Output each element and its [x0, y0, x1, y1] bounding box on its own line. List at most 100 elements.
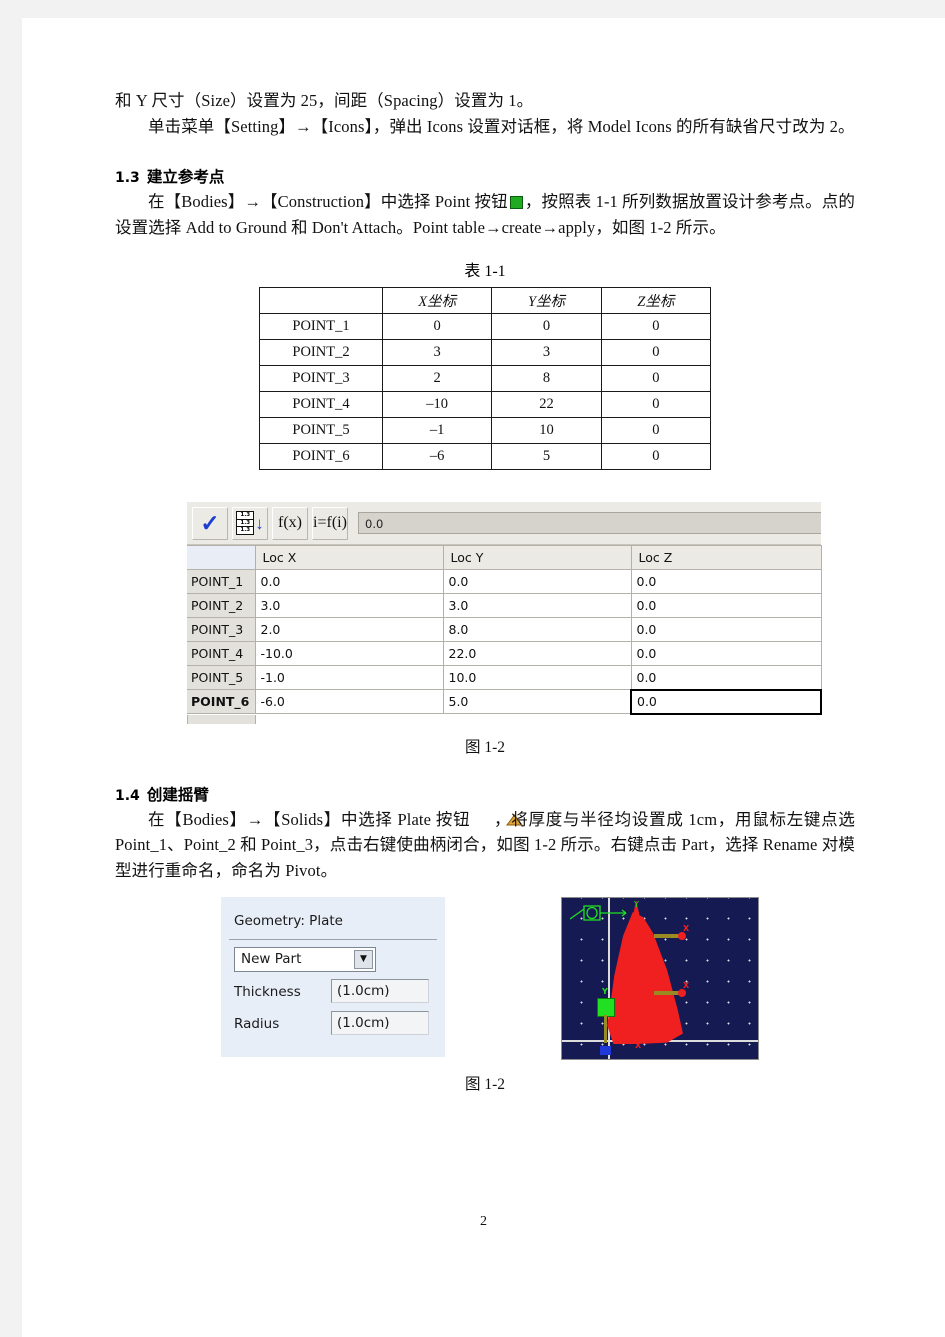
marker-label-y: Y — [602, 987, 608, 996]
function-label: f(x) — [278, 514, 302, 531]
grid-row-header[interactable]: POINT_4 — [187, 641, 256, 666]
function-builder-button[interactable]: f(x) — [272, 506, 308, 540]
grid-cell-locy[interactable]: 3.0 — [442, 593, 632, 618]
axis-label-x-upper: X — [683, 924, 690, 933]
radius-label: Radius — [234, 1016, 280, 1032]
thickness-label: Thickness — [234, 984, 301, 1000]
table-cell-y: 5 — [491, 443, 602, 470]
grid-row: POINT_5 -1.0 10.0 0.0 — [187, 665, 822, 690]
section-title-1-3: 建立参考点 — [146, 168, 225, 186]
iterative-function-button[interactable]: i=f(i) — [312, 506, 348, 540]
grid-cell-locz[interactable]: 0.0 — [630, 617, 822, 642]
radius-field[interactable]: (1.0cm) — [331, 1011, 429, 1035]
page-content: 和 Y 尺寸（Size）设置为 25，间距（Spacing）设置为 1。 单击菜… — [115, 88, 855, 1094]
table-cell-x: –10 — [381, 391, 493, 418]
grid-cell-locz[interactable]: 0.0 — [630, 641, 822, 666]
grid-cell-locz-active[interactable]: 0.0 — [630, 688, 822, 715]
paragraph-icons-setting: 单击菜单【Setting】→【Icons】，弹出 Icons 设置对话框，将 M… — [148, 116, 855, 136]
grid-cell-locx[interactable]: 2.0 — [254, 617, 444, 642]
axis-label-x-lower: X — [683, 981, 690, 990]
grid-cell-locx[interactable]: -1.0 — [254, 665, 444, 690]
table-row: POINT_4 –10 22 0 — [259, 391, 712, 418]
dialog-divider — [229, 939, 437, 940]
grid-cell-locx[interactable]: -10.0 — [254, 641, 444, 666]
geometry-plate-dialog: Geometry: Plate New Part ▼ Thickness (1.… — [221, 897, 445, 1057]
thickness-field[interactable]: (1.0cm) — [331, 979, 429, 1003]
table-cell-x: 0 — [381, 313, 493, 340]
table-cell-x: 3 — [381, 339, 493, 366]
grid-corner-cell — [187, 545, 256, 570]
checkmark-icon: ✓ — [200, 510, 220, 536]
paragraph-section-1-3: 在【Bodies】→【Construction】中选择 Point 按钮 ，按照表… — [115, 189, 855, 240]
grid-cell-locy[interactable]: 0.0 — [442, 569, 632, 594]
apply-checkmark-button[interactable]: ✓ — [192, 506, 228, 540]
grid-row-header[interactable]: POINT_5 — [187, 665, 256, 690]
table-header-y: Y坐标 — [491, 287, 602, 314]
grid-row: POINT_1 0.0 0.0 0.0 — [187, 569, 822, 594]
fill-down-stack: 1.3 1.3 1.3 — [236, 511, 255, 535]
geometry-dialog-title: Geometry: Plate — [234, 913, 343, 929]
grid-header-locy[interactable]: Loc Y — [442, 545, 632, 570]
grid-row-header[interactable]: POINT_1 — [187, 569, 256, 594]
grid-cell-locx[interactable]: 0.0 — [254, 569, 444, 594]
grid-cell-locx[interactable]: 3.0 — [254, 593, 444, 618]
grid-cell-locy[interactable]: 22.0 — [442, 641, 632, 666]
grid-row-selected: POINT_6 -6.0 5.0 0.0 — [187, 688, 822, 715]
table-1-1-caption: 表 1-1 — [464, 263, 506, 280]
table-cell-z: 0 — [600, 365, 712, 392]
fill-down-line: 1.3 — [240, 527, 251, 534]
fill-down-icon: 1.3 1.3 1.3 ↓ — [236, 511, 264, 535]
grid-cell-locy[interactable]: 8.0 — [442, 617, 632, 642]
marker-stem — [604, 1015, 607, 1043]
table-cell-name: POINT_3 — [259, 365, 383, 392]
cell-value-input[interactable]: 0.0 — [358, 512, 821, 534]
figure-caption-1: 图 1-2 — [464, 738, 506, 756]
grid-cell-locz[interactable]: 0.0 — [630, 569, 822, 594]
table-header-x: X坐标 — [381, 287, 493, 314]
origin-marker — [600, 1046, 611, 1055]
paragraph-1-4-part1: 在【Bodies】→【Solids】中选择 Plate 按钮 — [148, 809, 471, 829]
table-cell-y: 0 — [491, 313, 602, 340]
table-cell-z: 0 — [600, 417, 712, 444]
axis-label-y-top: Y — [634, 900, 639, 909]
table-cell-z: 0 — [600, 391, 712, 418]
down-arrow-icon: ↓ — [255, 513, 264, 533]
grid-header-row: Loc X Loc Y Loc Z — [187, 545, 822, 570]
fill-down-button[interactable]: 1.3 1.3 1.3 ↓ — [232, 506, 268, 540]
grid-header-locx[interactable]: Loc X — [254, 545, 444, 570]
table-cell-z: 0 — [600, 443, 712, 470]
fill-down-line: 1.3 — [237, 512, 254, 520]
grid-cell-locy[interactable]: 5.0 — [442, 689, 632, 714]
table-cell-name: POINT_2 — [259, 339, 383, 366]
grid-cell-locy[interactable]: 10.0 — [442, 665, 632, 690]
iterative-function-label: i=f(i) — [313, 514, 347, 531]
adams-table-editor: ✓ 1.3 1.3 1.3 ↓ f(x) i=f(i) 0.0 Loc X Lo… — [182, 502, 822, 724]
ground-triad-icon — [569, 905, 627, 921]
document-page: 和 Y 尺寸（Size）设置为 25，间距（Spacing）设置为 1。 单击菜… — [22, 18, 945, 1337]
table-corner-cell — [259, 287, 383, 314]
section-number-1-4: 1.4 — [115, 787, 140, 804]
point-marker-upper — [678, 932, 686, 940]
table-header-z: Z坐标 — [600, 287, 712, 314]
table-1-1: X坐标 Y坐标 Z坐标 POINT_1 0 0 0 POINT_2 3 3 0 — [259, 287, 712, 470]
table-cell-y: 22 — [491, 391, 602, 418]
grid-row-header[interactable]: POINT_3 — [187, 617, 256, 642]
editor-toolbar: ✓ 1.3 1.3 1.3 ↓ f(x) i=f(i) 0.0 — [187, 502, 821, 545]
grid-row: POINT_3 2.0 8.0 0.0 — [187, 617, 822, 642]
table-cell-y: 8 — [491, 365, 602, 392]
part-select-dropdown[interactable]: New Part ▼ — [234, 947, 376, 972]
grid-header-locz[interactable]: Loc Z — [630, 545, 822, 570]
table-row: POINT_3 2 8 0 — [259, 365, 712, 392]
grid-cell-locz[interactable]: 0.0 — [630, 665, 822, 690]
grid-cell-locz[interactable]: 0.0 — [630, 593, 822, 618]
grid-footer-corner — [188, 714, 256, 724]
grid-cell-locx[interactable]: -6.0 — [254, 689, 444, 714]
point-button-icon — [509, 196, 523, 209]
model-viewport[interactable]: Y X X Y X — [561, 897, 759, 1060]
table-row: POINT_5 –1 10 0 — [259, 417, 712, 444]
grid-row-header[interactable]: POINT_2 — [187, 593, 256, 618]
section-number-1-3: 1.3 — [115, 170, 140, 186]
grid-row-header[interactable]: POINT_6 — [187, 689, 256, 714]
chevron-down-icon[interactable]: ▼ — [354, 950, 373, 969]
point-marker-lower — [678, 989, 686, 997]
